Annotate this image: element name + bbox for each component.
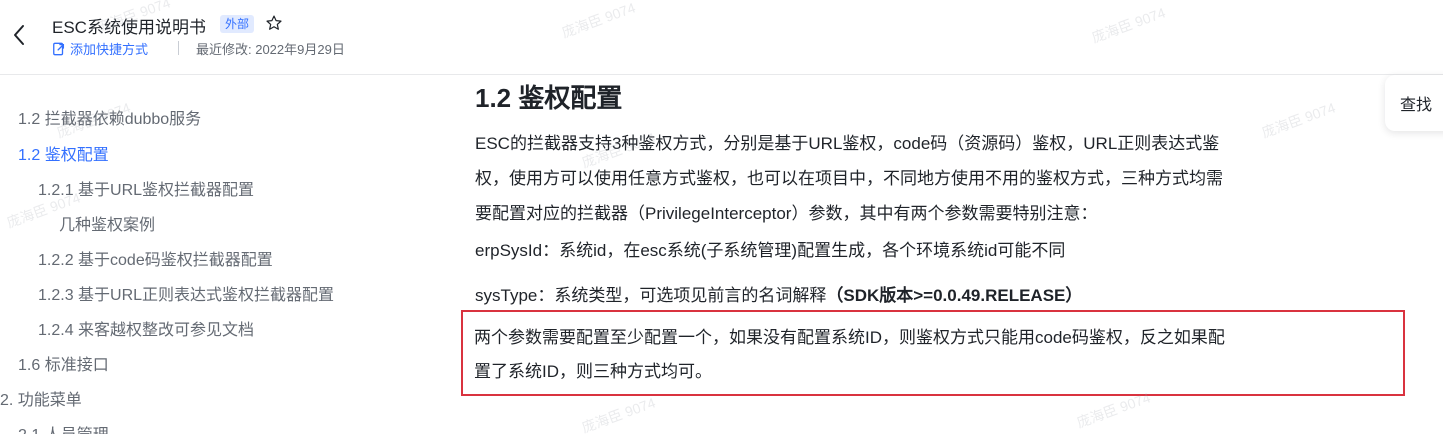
section-heading: 1.2 鉴权配置	[475, 83, 623, 113]
intro-paragraph: ESC的拦截器支持3种鉴权方式，分别是基于URL鉴权，code码（资源码）鉴权，…	[475, 126, 1375, 231]
toc-item[interactable]: 1.2.1 基于URL鉴权拦截器配置	[38, 176, 254, 200]
last-modified: 最近修改: 2022年9月29日	[196, 42, 345, 57]
toc-item[interactable]: 1.2.2 基于code码鉴权拦截器配置	[38, 246, 273, 270]
doc-header: ESC系统使用说明书 外部 添加快捷方式 最近修改: 2022年9月29日	[0, 0, 1443, 75]
table-of-contents: 1.2 拦截器依赖dubbo服务 1.2 鉴权配置 1.2.1 基于URL鉴权拦…	[0, 75, 440, 434]
header-divider	[178, 41, 179, 55]
toc-item[interactable]: 1.2 拦截器依赖dubbo服务	[18, 105, 201, 129]
systype-version-note: （SDK版本>=0.0.49.RELEASE）	[826, 286, 1083, 305]
intro-line: ESC的拦截器支持3种鉴权方式，分别是基于URL鉴权，code码（资源码）鉴权，…	[475, 134, 1220, 153]
note-line: 置了系统ID，则三种方式均可。	[474, 362, 712, 381]
toc-item-active[interactable]: 1.2 鉴权配置	[18, 141, 109, 165]
back-button[interactable]	[6, 20, 32, 50]
doc-title: ESC系统使用说明书	[52, 18, 206, 37]
favorite-button[interactable]	[263, 12, 285, 34]
toc-item[interactable]: 2.1 人员管理	[18, 421, 109, 434]
highlight-note: 两个参数需要配置至少配置一个，如果没有配置系统ID，则鉴权方式只能用code码鉴…	[474, 321, 1225, 389]
external-badge: 外部	[220, 15, 255, 33]
toc-item[interactable]: 几种鉴权案例	[59, 211, 155, 235]
shortcut-icon	[52, 42, 66, 56]
add-shortcut-label: 添加快捷方式	[70, 42, 149, 57]
erp-paragraph: erpSysId：系统id，在esc系统(子系统管理)配置生成，各个环境系统id…	[475, 233, 1375, 268]
toc-item[interactable]: 1.6 标准接口	[18, 351, 109, 375]
toc-item[interactable]: 1.2.3 基于URL正则表达式鉴权拦截器配置	[38, 281, 334, 305]
chevron-left-icon	[14, 25, 24, 45]
systype-paragraph: sysType：系统类型，可选项见前言的名词解释（SDK版本>=0.0.49.R…	[475, 278, 1375, 313]
toc-item[interactable]: 1.2.4 来客越权整改可参见文档	[38, 316, 254, 340]
intro-line: 要配置对应的拦截器（PrivilegeInterceptor）参数，其中有两个参…	[475, 204, 1098, 223]
doc-page: ESC系统使用说明书 外部 添加快捷方式 最近修改: 2022年9月29日 1.…	[0, 0, 1443, 434]
intro-line: 权，使用方可以使用任意方式鉴权，也可以在项目中，不同地方使用不用的鉴权方式，三种…	[475, 169, 1223, 188]
search-label: 查找	[1400, 97, 1433, 114]
note-line: 两个参数需要配置至少配置一个，如果没有配置系统ID，则鉴权方式只能用code码鉴…	[474, 328, 1225, 347]
watermark: 庞海臣 9074	[579, 394, 658, 434]
search-button[interactable]: 查找	[1385, 75, 1443, 131]
toc-item[interactable]: 2. 功能菜单	[0, 386, 82, 410]
add-shortcut-link[interactable]: 添加快捷方式	[52, 39, 148, 58]
erp-line: erpSysId：系统id，在esc系统(子系统管理)配置生成，各个环境系统id…	[475, 241, 1066, 260]
star-icon	[266, 15, 282, 30]
systype-text: sysType：系统类型，可选项见前言的名词解释	[475, 286, 827, 305]
